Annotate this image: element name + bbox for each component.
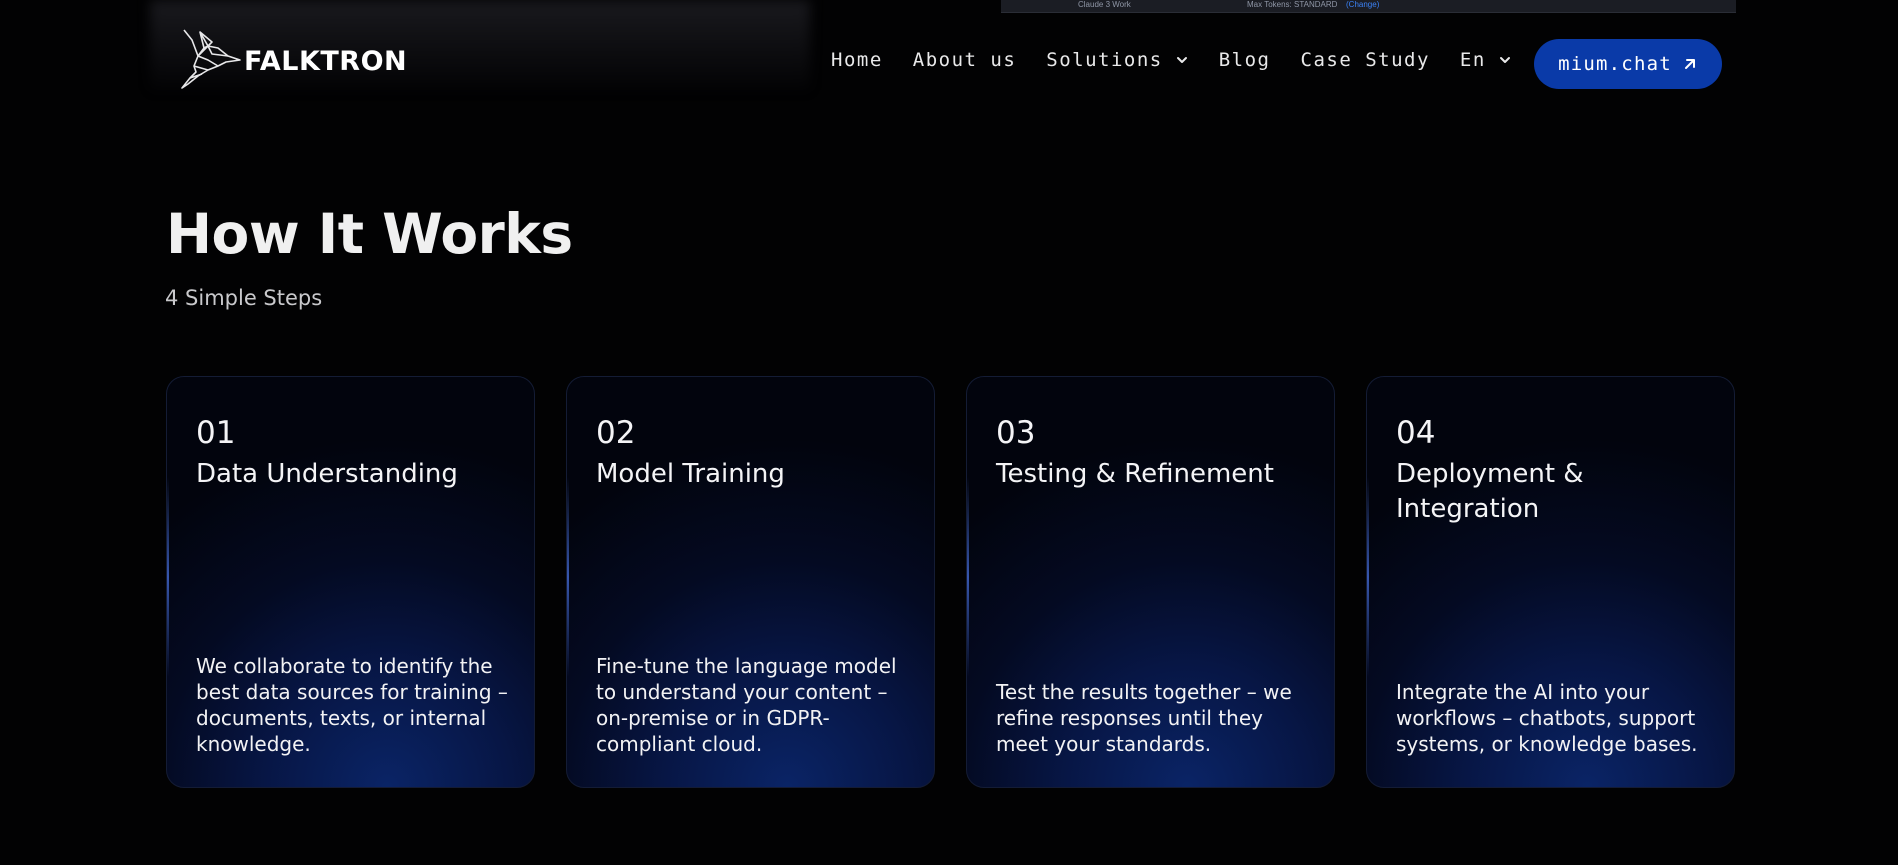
falcon-logo-icon: [178, 26, 242, 96]
background-model-label: Claude 3 Work: [1078, 0, 1131, 9]
step-number: 01: [196, 415, 236, 451]
nav-item-case-study[interactable]: Case Study: [1301, 49, 1430, 71]
brand-name: FALKTRON: [244, 45, 408, 77]
language-selector[interactable]: En: [1460, 49, 1512, 71]
nav-item-label: Case Study: [1300, 49, 1430, 71]
arrow-up-right-icon: [1684, 59, 1695, 69]
step-number: 04: [1396, 415, 1436, 451]
brand-logo[interactable]: FALKTRON: [178, 26, 407, 96]
step-description: We collaborate to identify the best data…: [196, 654, 508, 756]
nav-item-about-us[interactable]: About us: [913, 49, 1017, 71]
nav-item-label: Solutions: [1046, 49, 1163, 71]
page: Claude 3 Work Max Tokens: STANDARD (Chan…: [0, 0, 1898, 865]
chevron-down-icon: [1176, 57, 1187, 63]
step-description: Fine-tune the language model to understa…: [596, 654, 897, 756]
step-number: 02: [596, 415, 636, 451]
step-card: 02 Model Training Fine-tune the language…: [566, 376, 935, 788]
step-description: Test the results together – we refine re…: [996, 680, 1292, 756]
mium-chat-button[interactable]: mium.chat: [1534, 39, 1722, 89]
step-card: 04 Deployment & Integration Integrate th…: [1366, 376, 1735, 788]
step-title: Deployment & Integration: [1396, 459, 1584, 524]
step-number: 03: [996, 415, 1036, 451]
chevron-down-icon: [1499, 57, 1510, 63]
nav-item-label: About us: [912, 49, 1017, 71]
step-description: Integrate the AI into your workflows – c…: [1396, 680, 1698, 756]
step-card: 03 Testing & Refinement Test the results…: [966, 376, 1335, 788]
step-title: Testing & Refinement: [996, 459, 1274, 489]
section-subtitle: 4 Simple Steps: [165, 286, 323, 310]
main-nav: Home About us Solutions Blog Case Study …: [831, 49, 1512, 71]
step-title: Data Understanding: [196, 459, 458, 489]
language-label: En: [1459, 49, 1486, 71]
section-title: How It Works: [166, 202, 573, 266]
cta-label: mium.chat: [1558, 53, 1672, 75]
background-tokens-label: Max Tokens: STANDARD: [1247, 0, 1338, 9]
steps-grid: 01 Data Understanding We collaborate to …: [166, 376, 1736, 790]
step-title: Model Training: [596, 459, 785, 489]
background-change-link: (Change): [1346, 0, 1380, 9]
step-card: 01 Data Understanding We collaborate to …: [166, 376, 535, 788]
nav-item-blog[interactable]: Blog: [1219, 49, 1271, 71]
nav-item-label: Blog: [1218, 49, 1271, 71]
nav-item-label: Home: [831, 49, 883, 71]
navbar: FALKTRON Home About us Solutions Blog Ca…: [152, 12, 1734, 112]
nav-item-solutions[interactable]: Solutions: [1046, 49, 1188, 71]
nav-item-home[interactable]: Home: [831, 49, 883, 71]
